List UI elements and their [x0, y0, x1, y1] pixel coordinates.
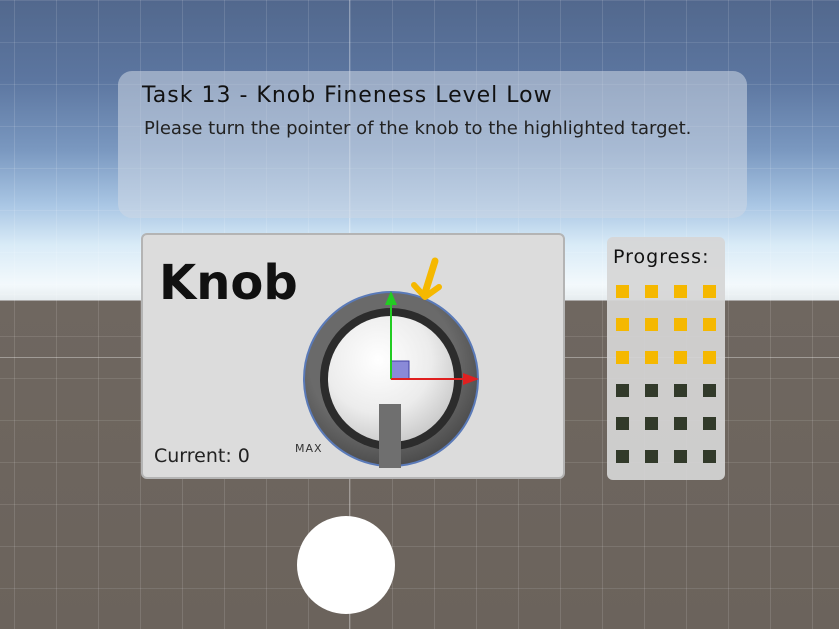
progress-cell-completed — [703, 285, 716, 298]
progress-cell-pending — [616, 384, 629, 397]
progress-cell-completed — [703, 351, 716, 364]
progress-cell-pending — [645, 417, 658, 430]
progress-cell-completed — [674, 318, 687, 331]
progress-panel: Progress: — [607, 237, 725, 480]
knob-widget[interactable] — [143, 235, 567, 481]
progress-cell-completed — [616, 351, 629, 364]
progress-cell-completed — [616, 285, 629, 298]
target-arrow-icon — [411, 257, 442, 300]
progress-cell-completed — [645, 285, 658, 298]
progress-cell-pending — [703, 417, 716, 430]
task-title: Task 13 - Knob Fineness Level Low — [142, 83, 553, 108]
progress-cell-pending — [616, 450, 629, 463]
progress-grid — [616, 285, 716, 463]
cursor-dot — [297, 516, 395, 614]
progress-cell-pending — [703, 450, 716, 463]
progress-cell-pending — [616, 417, 629, 430]
progress-cell-pending — [674, 384, 687, 397]
task-description: Please turn the pointer of the knob to t… — [144, 118, 692, 139]
instruction-panel: Task 13 - Knob Fineness Level Low Please… — [118, 71, 747, 218]
progress-cell-completed — [674, 351, 687, 364]
progress-cell-pending — [674, 417, 687, 430]
progress-cell-completed — [616, 318, 629, 331]
knob-panel: Knob Current: 0 MAX — [141, 233, 565, 479]
knob-pointer[interactable] — [379, 404, 401, 468]
progress-cell-completed — [703, 318, 716, 331]
progress-cell-completed — [645, 351, 658, 364]
gizmo-center-icon — [390, 360, 410, 380]
progress-label: Progress: — [613, 246, 710, 268]
progress-cell-completed — [674, 285, 687, 298]
progress-cell-pending — [645, 384, 658, 397]
progress-cell-pending — [645, 450, 658, 463]
progress-cell-completed — [645, 318, 658, 331]
progress-cell-pending — [703, 384, 716, 397]
progress-cell-pending — [674, 450, 687, 463]
